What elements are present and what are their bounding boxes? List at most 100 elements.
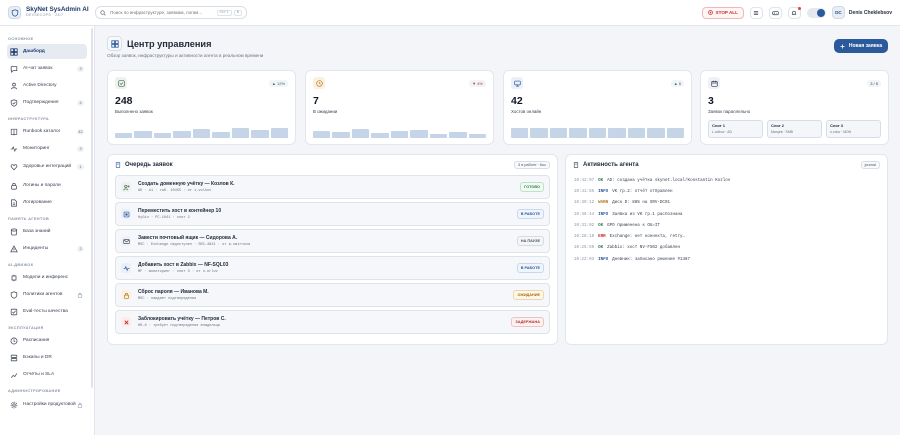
sidebar-item-database[interactable]: База знаний	[7, 224, 87, 239]
ticket-row[interactable]: Переместить хост в контейнер 10 HyGin · P…	[115, 202, 550, 226]
stat-card-hosts[interactable]: ▲ 8 42 Хостов онлайн	[503, 70, 692, 145]
sidebar-item-backup[interactable]: Бэкапы и DR	[7, 350, 87, 365]
journal-chip[interactable]: journal	[860, 161, 880, 169]
avatar[interactable]: DC	[831, 6, 845, 19]
log-time: 10:39:12	[574, 201, 595, 206]
menu-icon	[754, 10, 759, 15]
sidebar-item-check-shield[interactable]: Подтверждения 4	[7, 95, 87, 110]
sparkline-bars	[115, 126, 288, 138]
sidebar-scrollbar[interactable]	[91, 28, 93, 388]
nav-section-title: AI-движок	[8, 263, 34, 267]
heart-icon	[10, 163, 18, 171]
notifications-button[interactable]	[787, 6, 801, 19]
sidebar-item-book[interactable]: Runbook каталог 42	[7, 124, 87, 139]
sparkline-bar	[588, 128, 607, 138]
ticket-row[interactable]: Сброс пароля — Иванова М. MSC · ожидает п…	[115, 283, 550, 307]
sidebar-item-directory[interactable]: Active Directory	[7, 78, 87, 93]
log-time: 10:41:55	[574, 189, 595, 194]
clock-icon	[313, 77, 325, 89]
slot-card[interactable]: Слот 2 Мигцев · SMB	[767, 120, 822, 138]
gamepad-button[interactable]	[768, 6, 782, 19]
new-ticket-button[interactable]: Новая заявка	[834, 39, 888, 53]
sidebar-item-policy[interactable]: Политики агентов	[7, 287, 87, 302]
sidebar-item-test[interactable]: Eval-тесты качества	[7, 304, 87, 319]
stat-label: Выполнено заявок	[115, 109, 153, 114]
sidebar-item-chart[interactable]: Отчёты и SLA	[7, 367, 87, 382]
sidebar-item-label: Отчёты и SLA	[23, 371, 55, 377]
sidebar-item-label: Настройки продуктовой	[23, 402, 76, 408]
sidebar-item-pulse[interactable]: Мониторинг 3	[7, 141, 87, 156]
search-box[interactable]: Ctrl K	[95, 6, 247, 19]
log-line: 10:28:19 ERR Exchange: нет коннекта, retry…	[566, 231, 887, 242]
x-icon	[121, 317, 131, 327]
sidebar-item-clock[interactable]: Расписания	[7, 333, 87, 348]
slot-card[interactable]: Слот 1 L.volkov · AD	[708, 120, 763, 138]
slot-name: Слот 3	[830, 123, 844, 128]
sparkline-bar	[449, 132, 467, 138]
sidebar-item-chat[interactable]: AI-чат заявок 3	[7, 61, 87, 76]
lock-icon	[76, 401, 84, 409]
ticket-row[interactable]: Заблокировать учётку — Петров С. HR-8 · т…	[115, 310, 550, 334]
plus-icon	[840, 44, 845, 48]
toggle-knob	[816, 8, 825, 17]
activity-icon	[573, 162, 579, 168]
sidebar-item-label: AI-чат заявок	[23, 65, 53, 71]
ticket-meta: MF · мониторинг · слот 3 · от n.orlov	[138, 270, 218, 274]
ticket-title: Завести почтовый ящик — Сидорова А.	[138, 235, 238, 241]
alert-icon	[10, 244, 18, 253]
stat-card-waiting[interactable]: ▼ 4% 7 В ожидании	[305, 70, 494, 145]
user-name[interactable]: Denis Cheklebsov	[849, 10, 892, 16]
log-level: INFO	[598, 257, 609, 262]
sparkline-bar	[627, 127, 646, 138]
ticket-meta: HR-8 · требует подтверждения владельца	[138, 324, 220, 328]
top-bar: SkyNet SysAdmin AI DEVSECOPS · 24/7 Ctrl…	[0, 0, 900, 26]
log-time: 10:25:50	[574, 246, 595, 251]
stat-card-parallel[interactable]: 3 / 5 3 Заявок параллельно Слот 1 L.volk…	[700, 70, 889, 145]
sidebar-item-lock[interactable]: Логины и пароли	[7, 178, 87, 193]
stat-card-completed[interactable]: ▲ 12% 248 Выполнено заявок	[107, 70, 296, 145]
sidebar-item-label: Логирование	[23, 199, 52, 205]
ticket-status-badge: ОЖИДАНИЕ	[513, 290, 544, 300]
sidebar-item-heart[interactable]: Здоровье интеграций 1	[7, 158, 87, 176]
sparkline-bars	[313, 126, 486, 138]
queue-chip[interactable]: 3 в работе · 6ос	[514, 161, 550, 169]
log-time: 10:31:02	[574, 223, 595, 228]
ticket-row[interactable]: Создать доменную учётку — Козлов К. AD · …	[115, 175, 550, 199]
sparkline-bars	[511, 126, 684, 138]
sparkline-bar	[212, 132, 230, 138]
sidebar-item-gear[interactable]: Настройки продуктовой	[7, 396, 87, 414]
ticket-row[interactable]: Завести почтовый ящик — Сидорова А. MSC ·…	[115, 229, 550, 253]
sparkline-bar	[251, 129, 269, 138]
slot-info: L.volkov · AD	[712, 130, 732, 134]
sidebar-item-cpu[interactable]: Модели и инференс	[7, 270, 87, 285]
ticket-queue-panel: Очередь заявок 3 в работе · 6ос Создать …	[107, 154, 558, 345]
agent-activity-panel: Активность агента journal 10:42:07 OK AD: …	[565, 154, 888, 345]
log-line: 10:41:55 INFO VK гр.2: отчёт отправлен	[566, 186, 887, 197]
stop-all-button[interactable]: STOP ALL	[701, 6, 744, 19]
sidebar-item-count: 3	[77, 145, 84, 152]
sidebar-item-file[interactable]: Логирование	[7, 195, 87, 210]
main-content: Центр управления Обзор заявок, инфрастру…	[95, 26, 900, 435]
sidebar-item-label: Здоровье интеграций	[23, 164, 72, 170]
slot-card[interactable]: Слот 3 n.orlov · MON	[826, 120, 881, 138]
ticket-title: Заблокировать учётку — Петров С.	[138, 316, 226, 322]
stat-delta: 3 / 5	[867, 79, 881, 87]
stat-delta: ▼ 4%	[469, 79, 486, 87]
monitor-icon	[511, 77, 523, 89]
log-time: 10:42:07	[574, 178, 595, 183]
brand[interactable]: SkyNet SysAdmin AI DEVSECOPS · 24/7	[0, 6, 95, 19]
menu-button[interactable]	[749, 6, 763, 19]
ticket-status-badge: В РАБОТЕ	[516, 263, 544, 273]
queue-icon	[115, 162, 121, 168]
theme-toggle[interactable]	[806, 7, 826, 18]
box-icon	[121, 209, 131, 219]
sidebar-item-count: 1	[77, 164, 84, 170]
log-time: 10:36:44	[574, 212, 595, 217]
chart-icon	[10, 371, 18, 379]
sidebar-item-alert[interactable]: Инциденты 2	[7, 241, 87, 256]
ticket-row[interactable]: Добавить хост в Zabbix — NF-SQL03 MF · мо…	[115, 256, 550, 280]
sidebar-item-dashboard[interactable]: Дашборд	[7, 44, 87, 59]
sidebar-item-label: Active Directory	[23, 82, 57, 88]
log-time: 10:22:03	[574, 257, 595, 262]
search-input[interactable]	[110, 10, 215, 15]
